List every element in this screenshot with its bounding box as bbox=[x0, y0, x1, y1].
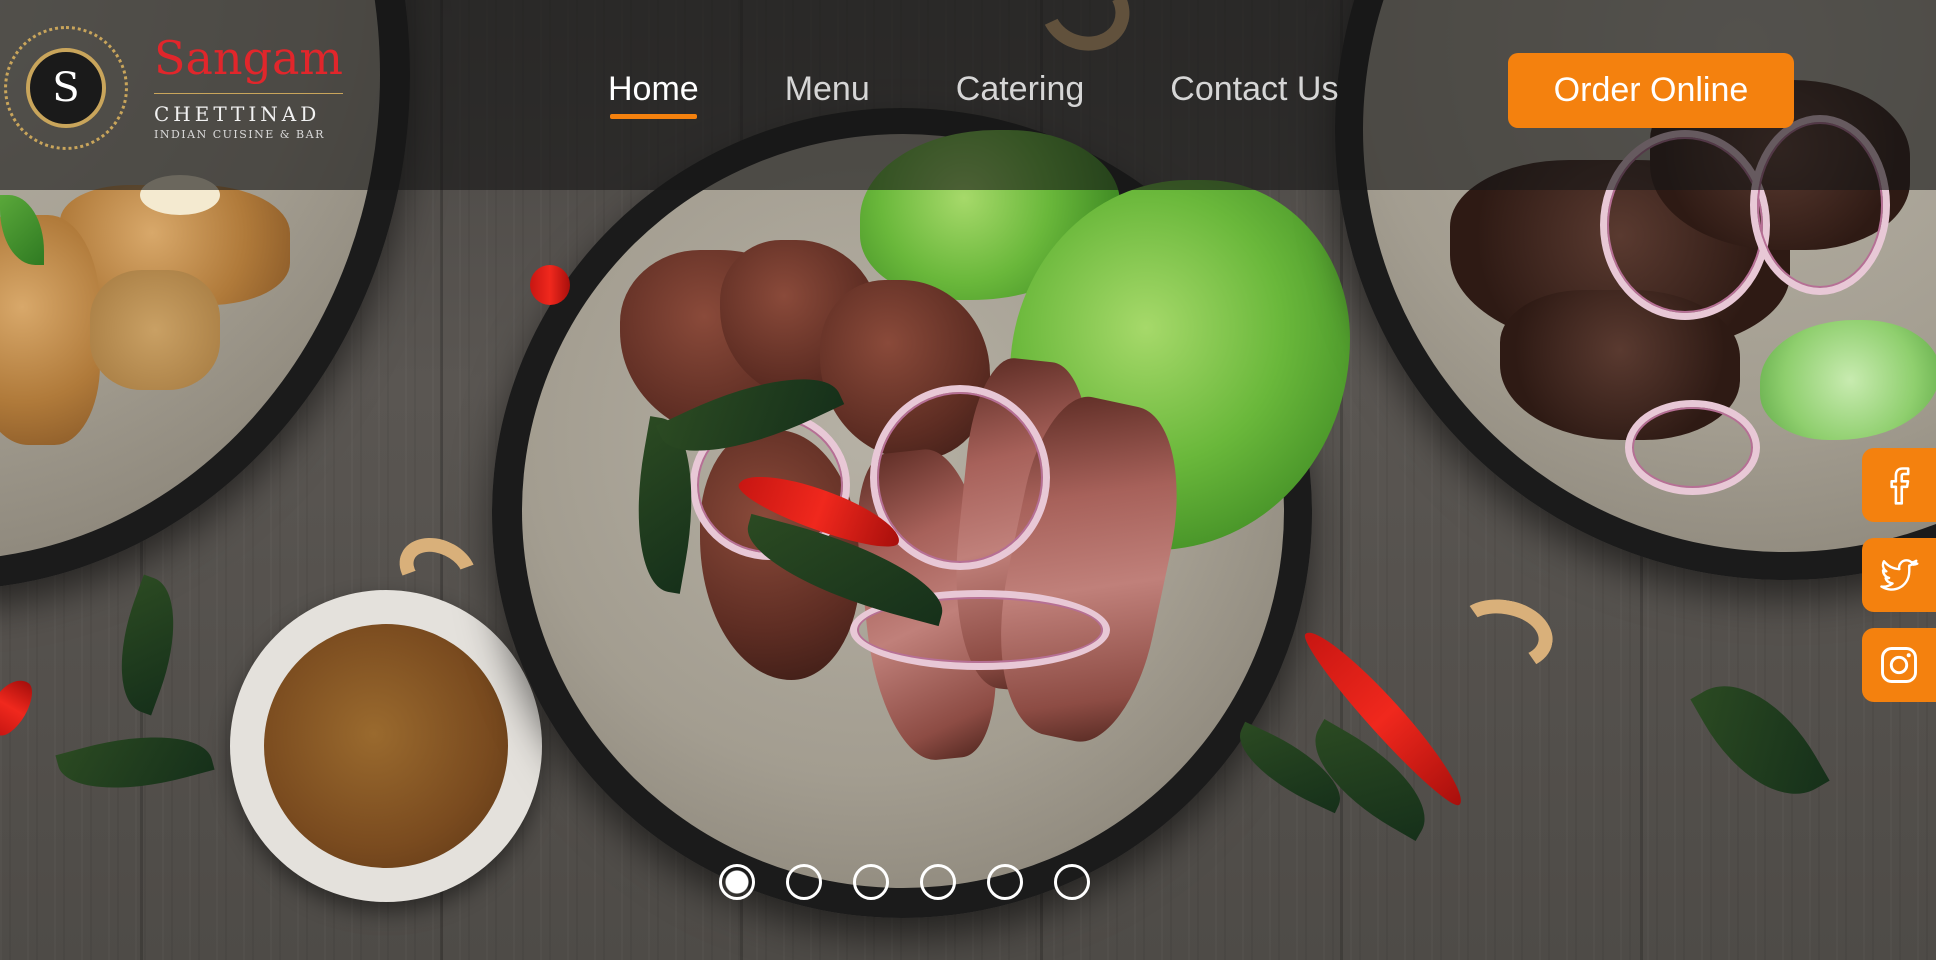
carousel-dot-4[interactable] bbox=[920, 864, 956, 900]
instagram-button[interactable] bbox=[1862, 628, 1936, 702]
curry-leaf bbox=[1690, 659, 1830, 821]
cashew bbox=[1447, 591, 1559, 679]
main-nav: Home Menu Catering Contact Us bbox=[608, 70, 1338, 119]
nav-item-home[interactable]: Home bbox=[608, 70, 699, 119]
nav-item-catering[interactable]: Catering bbox=[956, 70, 1085, 119]
logo-monogram: S bbox=[26, 48, 106, 128]
twitter-button[interactable] bbox=[1862, 538, 1936, 612]
order-online-button[interactable]: Order Online bbox=[1508, 53, 1794, 128]
brand-name: Sangam bbox=[154, 31, 344, 85]
red-chili bbox=[530, 265, 570, 305]
nav-item-menu[interactable]: Menu bbox=[785, 70, 870, 119]
curry-leaf bbox=[55, 716, 215, 809]
twitter-icon bbox=[1880, 559, 1919, 591]
crumb-pile bbox=[90, 270, 220, 390]
sauce-bowl bbox=[230, 590, 542, 902]
red-chili bbox=[0, 672, 40, 742]
facebook-button[interactable] bbox=[1862, 448, 1936, 522]
site-header: S Sangam CHETTINAD INDIAN CUISINE & BAR … bbox=[0, 0, 1936, 190]
carousel-dot-2[interactable] bbox=[786, 864, 822, 900]
logo-emblem-icon: S bbox=[0, 22, 132, 154]
onion-ring bbox=[1625, 400, 1760, 495]
carousel-dot-5[interactable] bbox=[987, 864, 1023, 900]
carousel-dot-1[interactable] bbox=[719, 864, 755, 900]
instagram-icon bbox=[1881, 647, 1917, 683]
carousel-dot-3[interactable] bbox=[853, 864, 889, 900]
curry-leaf bbox=[99, 574, 196, 716]
carousel-dot-6[interactable] bbox=[1054, 864, 1090, 900]
brand-subtitle: CHETTINAD bbox=[154, 93, 344, 126]
facebook-icon bbox=[1890, 467, 1910, 505]
brand-tagline: INDIAN CUISINE & BAR bbox=[154, 128, 325, 141]
nav-item-contact-us[interactable]: Contact Us bbox=[1170, 70, 1338, 119]
social-links bbox=[1862, 448, 1936, 718]
carousel-pagination bbox=[719, 864, 1090, 900]
brand-logo[interactable]: S Sangam CHETTINAD INDIAN CUISINE & BAR bbox=[0, 22, 344, 154]
